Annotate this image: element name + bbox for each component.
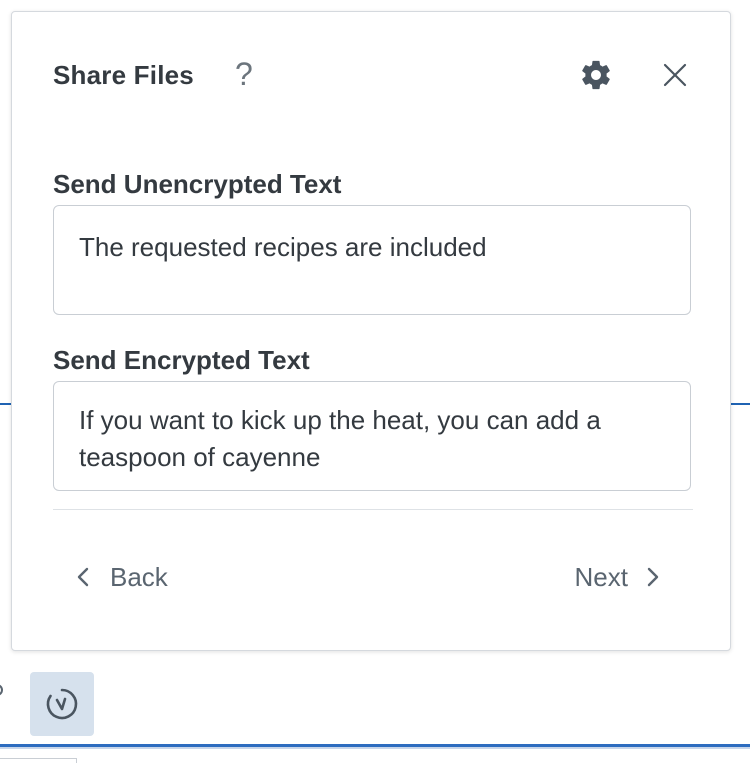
history-button[interactable] (30, 672, 94, 736)
close-icon[interactable] (660, 60, 690, 90)
footer-divider (53, 509, 693, 510)
chevron-left-icon (77, 567, 89, 587)
help-icon[interactable]: ? (235, 56, 253, 92)
back-button[interactable]: Back (76, 557, 168, 597)
encrypted-text-field[interactable]: If you want to kick up the heat, you can… (53, 381, 691, 491)
background-tab (0, 758, 77, 763)
partial-icon (0, 684, 3, 696)
next-button[interactable]: Next (575, 557, 660, 597)
history-icon (46, 688, 78, 720)
back-button-label: Back (110, 561, 168, 592)
dialog-title: Share Files (53, 60, 194, 90)
share-files-dialog: Share Files ? Send Unencrypted Text The … (11, 11, 731, 651)
gear-icon[interactable] (579, 58, 613, 92)
next-button-label: Next (574, 561, 628, 592)
encrypted-text-label: Send Encrypted Text (53, 345, 310, 375)
dialog-header: Share Files ? (53, 56, 690, 96)
unencrypted-text-label: Send Unencrypted Text (53, 169, 342, 199)
chevron-right-icon (647, 567, 659, 587)
background-divider-shadow (0, 747, 750, 749)
unencrypted-text-field[interactable]: The requested recipes are included (53, 205, 691, 315)
